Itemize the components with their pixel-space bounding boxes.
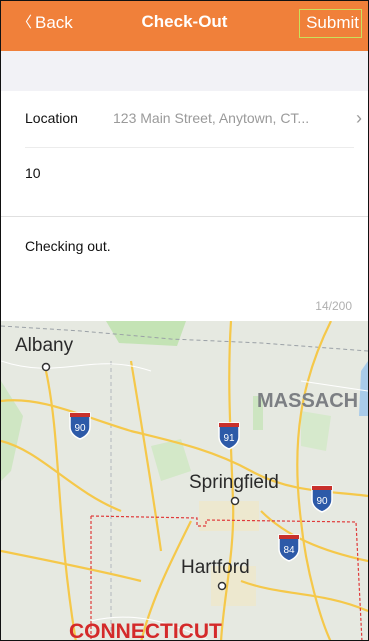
number-field[interactable]: 10 (25, 148, 368, 198)
divider (1, 216, 368, 217)
location-row[interactable]: Location 123 Main Street, Anytown, CT...… (25, 93, 368, 143)
interstate-shield-84: 84 (278, 534, 300, 562)
city-label-springfield: Springfield (189, 472, 279, 493)
map-canvas[interactable]: 90 91 90 84 Albany MASSACH Springfield H… (1, 321, 368, 641)
shield-label: 90 (316, 496, 328, 507)
map-view[interactable]: 90 91 90 84 Albany MASSACH Springfield H… (1, 321, 368, 641)
state-label-connecticut: CONNECTICUT (69, 620, 222, 641)
submit-button[interactable]: Submit (299, 9, 362, 38)
location-label: Location (25, 110, 78, 126)
city-marker (230, 496, 240, 506)
shield-label: 90 (74, 423, 86, 434)
state-label-massachusetts: MASSACH (257, 390, 358, 412)
shield-label: 91 (223, 433, 235, 444)
city-label-hartford: Hartford (181, 557, 250, 578)
section-spacer (1, 51, 368, 91)
city-marker (217, 581, 227, 591)
shield-label: 84 (283, 545, 295, 556)
interstate-shield-91: 91 (218, 422, 240, 450)
char-counter: 14/200 (315, 299, 352, 313)
city-marker (41, 362, 51, 372)
park-area (301, 411, 331, 451)
app-frame: 〈 Back Check-Out Submit Location 123 Mai… (0, 0, 369, 641)
interstate-shield-90: 90 (69, 412, 91, 440)
navigation-bar: 〈 Back Check-Out Submit (1, 1, 368, 51)
note-textarea[interactable]: Checking out. (25, 238, 111, 254)
chevron-right-icon: › (356, 107, 362, 128)
urban-area (199, 501, 259, 531)
interstate-shield-90: 90 (311, 485, 333, 513)
location-value: 123 Main Street, Anytown, CT... (113, 110, 310, 126)
city-label-albany: Albany (15, 335, 74, 356)
